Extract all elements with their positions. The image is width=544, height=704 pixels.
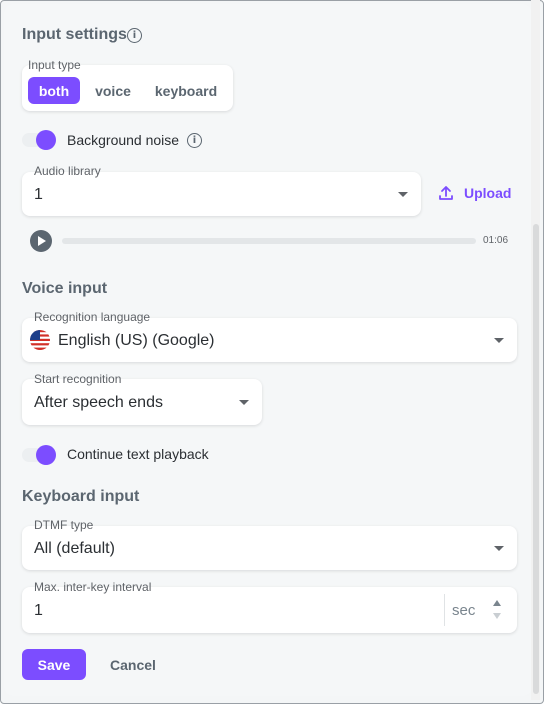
input-type-keyboard-button[interactable]: keyboard: [148, 77, 224, 104]
unit-divider: [444, 594, 445, 626]
info-icon[interactable]: i: [127, 28, 142, 43]
stepper-down-icon[interactable]: [493, 613, 501, 619]
scrollbar-thumb[interactable]: [533, 224, 539, 694]
max-inter-key-label: Max. inter-key interval: [34, 580, 152, 594]
recognition-language-value: English (US) (Google): [58, 332, 215, 349]
audio-library-select[interactable]: [22, 172, 421, 216]
keyboard-input-title: Keyboard input: [22, 488, 140, 505]
play-icon: [38, 236, 46, 246]
input-type-both-button[interactable]: both: [28, 77, 80, 104]
upload-icon[interactable]: [438, 185, 454, 201]
start-recognition-value: After speech ends: [34, 394, 163, 411]
voice-input-title: Voice input: [22, 280, 108, 297]
info-icon[interactable]: i: [187, 133, 202, 148]
chevron-down-icon[interactable]: [494, 546, 504, 551]
recognition-language-label: Recognition language: [34, 310, 151, 324]
dtmf-type-value: All (default): [34, 540, 115, 557]
background-noise-toggle[interactable]: [36, 130, 56, 150]
unit-label: sec: [452, 602, 476, 619]
play-button[interactable]: [30, 230, 52, 252]
input-type-voice-button[interactable]: voice: [86, 77, 140, 104]
save-button[interactable]: Save: [22, 649, 86, 680]
chevron-down-icon[interactable]: [398, 192, 408, 197]
continue-playback-label: Continue text playback: [67, 446, 209, 462]
audio-duration: 01:06: [483, 235, 509, 246]
audio-progress-bar[interactable]: [62, 238, 476, 244]
background-noise-label: Background noise: [67, 132, 180, 148]
audio-library-value: 1: [34, 186, 43, 203]
max-inter-key-value[interactable]: 1: [34, 602, 43, 620]
cancel-button[interactable]: Cancel: [100, 649, 166, 680]
us-flag-icon: [30, 330, 50, 350]
input-settings-title: Input settings: [22, 26, 127, 43]
continue-playback-toggle[interactable]: [36, 445, 56, 465]
audio-library-label: Audio library: [34, 164, 101, 178]
upload-button[interactable]: Upload: [464, 185, 511, 201]
input-type-label: Input type: [28, 58, 81, 72]
dtmf-type-label: DTMF type: [34, 518, 94, 532]
stepper-up-icon[interactable]: [493, 600, 501, 606]
chevron-down-icon[interactable]: [494, 338, 504, 343]
chevron-down-icon[interactable]: [239, 400, 249, 405]
start-recognition-label: Start recognition: [34, 372, 122, 386]
